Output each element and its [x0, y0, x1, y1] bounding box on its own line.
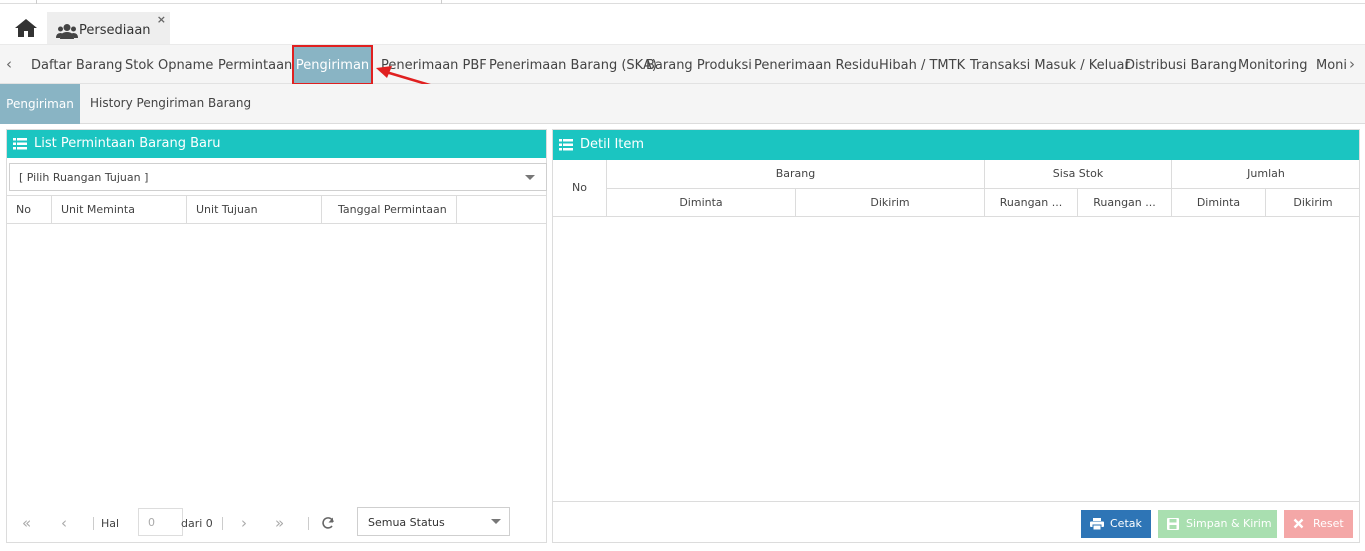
reset-button[interactable]: Reset [1284, 510, 1353, 538]
menu-item-pengiriman-label: Pengiriman [295, 58, 370, 73]
subtab-history-pengiriman[interactable]: History Pengiriman Barang [90, 96, 251, 110]
page-input[interactable]: 0 [138, 508, 183, 536]
panel-header: Detil Item [553, 130, 1359, 160]
last-page-icon[interactable]: » [275, 514, 284, 532]
list-icon [559, 139, 573, 151]
next-page-icon[interactable]: › [241, 514, 247, 532]
detil-item-panel: Detil Item No Barang Sisa Stok Jumlah Di… [552, 129, 1360, 543]
list-permintaan-panel: List Permintaan Barang Baru [ Pilih Ruan… [6, 129, 547, 543]
column-jumlah-diminta[interactable]: Diminta [1172, 189, 1266, 216]
chevron-down-icon [525, 175, 535, 180]
column-no[interactable]: No [7, 196, 52, 224]
chevron-right-icon[interactable]: › [1349, 55, 1355, 73]
save-send-button[interactable]: Simpan & Kirim [1158, 510, 1277, 538]
close-icon [1293, 518, 1304, 529]
print-label: Cetak [1110, 517, 1142, 530]
menu-item-permintaan[interactable]: Permintaan [218, 58, 292, 73]
column-barang-diminta[interactable]: Diminta [607, 189, 796, 216]
reset-label: Reset [1313, 517, 1344, 530]
column-ruangan-2[interactable]: Ruangan ... [1078, 189, 1172, 216]
group-jumlah: Jumlah [1247, 167, 1285, 180]
column-ruangan-1[interactable]: Ruangan ... [985, 189, 1078, 216]
print-button[interactable]: Cetak [1081, 510, 1151, 538]
chevron-left-icon[interactable]: ‹ [6, 55, 12, 73]
sub-tab-bar: Pengiriman History Pengiriman Barang [0, 84, 1365, 124]
module-menu-bar: ‹ Daftar Barang Stok Opname Permintaan P… [0, 44, 1365, 85]
grid-header: No Unit Meminta Unit Tujuan Tanggal Perm… [7, 195, 546, 224]
list-icon [13, 138, 27, 150]
menu-item-stok-opname[interactable]: Stok Opname [125, 58, 213, 73]
menu-item-penerimaan-residu[interactable]: Penerimaan Residu [754, 58, 879, 73]
menu-item-transaksi[interactable]: Transaksi Masuk / Keluar [970, 58, 1130, 73]
page-label: Hal [101, 517, 120, 530]
tab-persediaan[interactable]: Persediaan × [47, 12, 170, 48]
pager: « ‹ Hal 0 dari 0 › » Semua Status [7, 503, 546, 543]
ruangan-tujuan-combo[interactable]: [ Pilih Ruangan Tujuan ] [9, 163, 547, 191]
combo-value: [ Pilih Ruangan Tujuan ] [19, 171, 149, 184]
column-tanggal-permintaan[interactable]: Tanggal Permintaan [322, 196, 457, 224]
menu-item-distribusi-barang[interactable]: Distribusi Barang [1125, 58, 1237, 73]
panel-title: Detil Item [580, 137, 645, 152]
first-page-icon[interactable]: « [22, 514, 31, 532]
action-footer: Cetak Simpan & Kirim Reset [553, 501, 1359, 544]
column-no[interactable]: No [553, 160, 607, 216]
group-barang: Barang [607, 160, 985, 188]
chevron-down-icon [491, 519, 501, 524]
column-jumlah-dikirim[interactable]: Dikirim [1266, 189, 1360, 216]
menu-item-barang-produksi[interactable]: Barang Produksi [646, 58, 752, 73]
status-value: Semua Status [368, 516, 445, 529]
status-filter-select[interactable]: Semua Status [357, 507, 510, 536]
printer-icon [1090, 518, 1104, 530]
save-icon [1167, 518, 1179, 530]
group-sisa-stok: Sisa Stok [985, 160, 1172, 188]
detail-grid-header: No Barang Sisa Stok Jumlah Diminta Dikir… [553, 160, 1360, 217]
column-unit-meminta[interactable]: Unit Meminta [52, 196, 187, 224]
prev-page-icon[interactable]: ‹ [61, 514, 67, 532]
menu-item-monitoring-truncated[interactable]: Moni [1316, 58, 1347, 73]
tab-label: Persediaan [79, 23, 151, 38]
column-barang-dikirim[interactable]: Dikirim [796, 189, 985, 216]
subtab-pengiriman[interactable]: Pengiriman [0, 84, 80, 124]
save-send-label: Simpan & Kirim [1186, 517, 1272, 530]
document-tab-bar: Persediaan × [0, 4, 1365, 48]
menu-item-pengiriman[interactable]: Pengiriman [292, 45, 373, 85]
home-icon[interactable] [14, 18, 38, 38]
panel-header: List Permintaan Barang Baru [7, 130, 546, 158]
menu-item-daftar-barang[interactable]: Daftar Barang [31, 58, 123, 73]
menu-item-hibah-tmtk[interactable]: Hibah / TMTK [879, 58, 965, 73]
column-unit-tujuan[interactable]: Unit Tujuan [187, 196, 322, 224]
refresh-icon[interactable] [321, 516, 335, 530]
users-icon [56, 24, 78, 39]
menu-item-monitoring[interactable]: Monitoring [1238, 58, 1308, 73]
close-tab-button[interactable]: × [157, 13, 166, 26]
page-total: dari 0 [181, 517, 213, 530]
panel-title: List Permintaan Barang Baru [34, 136, 221, 151]
